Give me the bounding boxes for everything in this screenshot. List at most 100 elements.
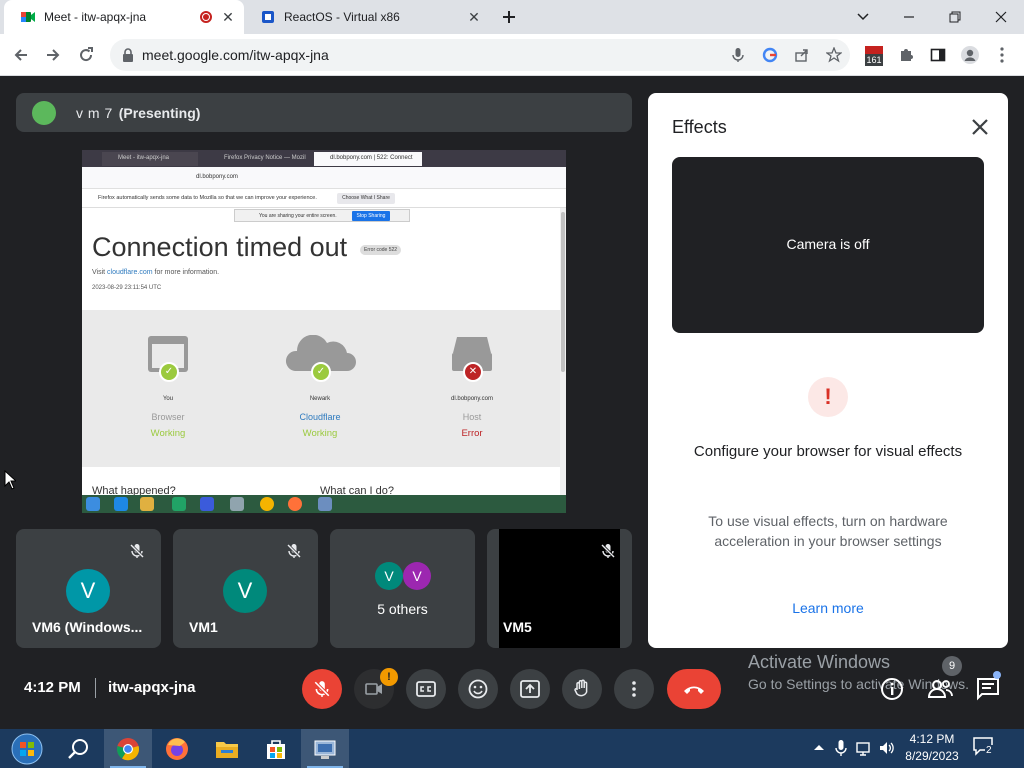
taskbar-firefox[interactable] (153, 729, 201, 768)
participant-tile[interactable]: V VM6 (Windows... (16, 529, 161, 648)
visit-link: cloudflare.com (107, 269, 153, 276)
chat-notification-dot (993, 671, 1001, 679)
raise-hand-button[interactable] (562, 669, 602, 709)
more-options-button[interactable] (614, 669, 654, 709)
hand-icon (574, 679, 588, 697)
people-count-badge: 9 (942, 656, 962, 676)
network-icon[interactable] (855, 739, 873, 757)
arrow-right-icon (47, 49, 60, 61)
taskbar-chrome[interactable] (104, 729, 152, 768)
effects-body: To use visual effects, turn on hardware … (708, 513, 948, 549)
camera-icon (365, 683, 382, 695)
volume-icon[interactable] (878, 739, 896, 757)
error-code: Error code 522 (360, 245, 402, 255)
others-count: 5 others (377, 601, 428, 617)
new-tab-button[interactable] (493, 1, 525, 33)
effects-heading: Configure your browser for visual effect… (693, 443, 963, 460)
visit-prefix: Visit (92, 269, 108, 276)
google-lens-icon[interactable] (762, 47, 778, 63)
taskbar-virtualbox[interactable] (301, 729, 349, 768)
share-icon[interactable] (794, 47, 810, 63)
folder-icon (216, 741, 238, 758)
participant-tile[interactable]: VM5 (487, 529, 632, 648)
shared-tab: Meet - itw-apqx-jna (102, 152, 198, 166)
shared-taskbar (82, 495, 566, 513)
shared-url: dl.bobpony.com (196, 174, 238, 180)
tab-search-button[interactable] (840, 0, 886, 34)
minimize-icon (904, 16, 914, 18)
chrome-icon (116, 737, 140, 760)
participant-tile[interactable]: V VM1 (173, 529, 318, 648)
back-button[interactable] (5, 39, 37, 71)
taskbar-file-explorer[interactable] (203, 729, 251, 768)
warning-icon: ! (808, 377, 848, 417)
shared-notice-button: Choose What I Share (337, 193, 395, 204)
search-icon (68, 738, 88, 759)
profile-button[interactable] (954, 39, 986, 71)
address-bar[interactable]: meet.google.com/itw-apqx-jna (110, 39, 850, 71)
microphone-icon[interactable] (730, 47, 746, 63)
error-explanation: What happened? What can I do? (82, 467, 560, 497)
forward-button[interactable] (37, 39, 69, 71)
extensions-button[interactable] (890, 39, 922, 71)
node-role: Cloudflare (299, 412, 341, 422)
participant-name: VM5 (503, 619, 532, 635)
node-name: Newark (309, 396, 331, 402)
microphone-icon[interactable] (832, 739, 850, 757)
tab-meet[interactable]: Meet - itw-apqx-jna ✕ (4, 0, 244, 34)
others-tile[interactable]: V V 5 others (330, 529, 475, 648)
lock-icon (123, 48, 133, 62)
windows-taskbar: 4:12 PM 8/29/2023 2 (0, 729, 1024, 768)
extension-button[interactable]: 161 (858, 39, 890, 71)
info-icon[interactable] (878, 675, 906, 703)
chevron-up-icon[interactable] (810, 739, 828, 757)
reactions-button[interactable] (458, 669, 498, 709)
chrome-menu-button[interactable] (986, 39, 1018, 71)
start-button[interactable] (2, 729, 52, 768)
mic-off-icon (129, 543, 145, 559)
notification-count: 2 (985, 745, 993, 756)
close-icon (995, 11, 1007, 23)
app-icon (200, 497, 214, 511)
participant-name: VM6 (Windows... (32, 619, 143, 635)
mic-toggle-button[interactable] (302, 669, 342, 709)
taskbar-time[interactable]: 4:12 PM (900, 732, 964, 746)
browser-toolbar: meet.google.com/itw-apqx-jna 161 (0, 34, 1024, 76)
close-icon[interactable] (968, 115, 992, 139)
search-button[interactable] (54, 729, 102, 768)
restore-button[interactable] (932, 0, 978, 34)
effects-panel: Effects Camera is off ! Configure your b… (648, 93, 1008, 648)
sharing-text: You are sharing your entire screen. (259, 213, 337, 219)
check-icon: ✓ (159, 362, 179, 382)
present-button[interactable] (510, 669, 550, 709)
meeting-time: 4:12 PM (24, 679, 81, 696)
taskbar-store[interactable] (252, 729, 300, 768)
leave-call-button[interactable] (667, 669, 721, 709)
mic-off-icon (314, 681, 330, 697)
learn-more-link[interactable]: Learn more (688, 600, 968, 616)
mic-off-icon (600, 543, 616, 559)
reload-icon (80, 47, 93, 62)
mouse-cursor-icon (4, 470, 16, 490)
chat-icon[interactable] (974, 675, 1002, 703)
tab-reactos[interactable]: ReactOS - Virtual x86 ✕ (244, 0, 490, 34)
taskbar-date[interactable]: 8/29/2023 (900, 749, 964, 763)
avatar-icon (961, 46, 979, 64)
close-window-button[interactable] (978, 0, 1024, 34)
side-panel-button[interactable] (922, 39, 954, 71)
tab-close-icon[interactable]: ✕ (466, 9, 482, 25)
star-icon[interactable] (826, 47, 842, 63)
minimize-button[interactable] (886, 0, 932, 34)
presenting-label: (Presenting) (118, 104, 201, 121)
node-name: You (162, 396, 174, 402)
presenter-avatar (32, 100, 56, 125)
error-diagram: ✓ You Browser Working ✓ Newark Cloudflar… (82, 310, 560, 467)
people-icon[interactable] (926, 675, 954, 703)
tab-close-icon[interactable]: ✕ (220, 9, 236, 25)
reload-button[interactable] (70, 39, 102, 71)
captions-button[interactable] (406, 669, 446, 709)
avatar: V (66, 569, 110, 613)
extension-badge: 161 (865, 54, 883, 66)
action-center-button[interactable]: 2 (972, 736, 998, 762)
camera-off-text: Camera is off (786, 236, 870, 252)
